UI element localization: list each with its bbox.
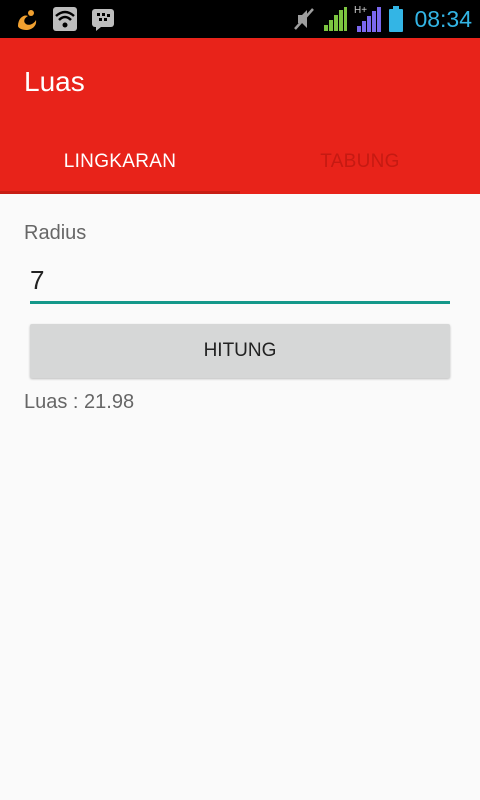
tab-tabung-label: TABUNG (320, 150, 400, 172)
mute-icon (294, 8, 315, 30)
signal-icon (324, 7, 348, 31)
wifi-icon (53, 7, 77, 31)
app-bar: Luas LINGKARAN TABUNG (0, 38, 480, 194)
tab-indicator (0, 191, 240, 194)
notification-icons (14, 6, 116, 32)
signal-hplus-icon: H+ (354, 5, 382, 32)
app-title: Luas (24, 66, 85, 97)
battery-icon (389, 6, 404, 32)
bbm-icon (92, 9, 114, 31)
system-icons: H+ 08:34 (292, 4, 472, 34)
status-bar: H+ 08:34 (0, 0, 480, 38)
result-text: Luas : 21.98 (24, 391, 135, 413)
radius-input[interactable] (30, 260, 450, 301)
tab-lingkaran-label: LINGKARAN (63, 150, 177, 172)
hitung-button[interactable]: HITUNG (30, 324, 450, 378)
radius-label: Radius (24, 222, 87, 244)
tab-lingkaran[interactable]: LINGKARAN (0, 129, 240, 194)
network-type-label: H+ (354, 5, 367, 16)
uc-browser-icon (18, 10, 37, 30)
status-clock: 08:34 (414, 5, 472, 32)
tab-tabung[interactable]: TABUNG (240, 129, 480, 194)
radius-field-wrapper (30, 260, 450, 304)
tab-bar: LINGKARAN TABUNG (0, 129, 480, 194)
